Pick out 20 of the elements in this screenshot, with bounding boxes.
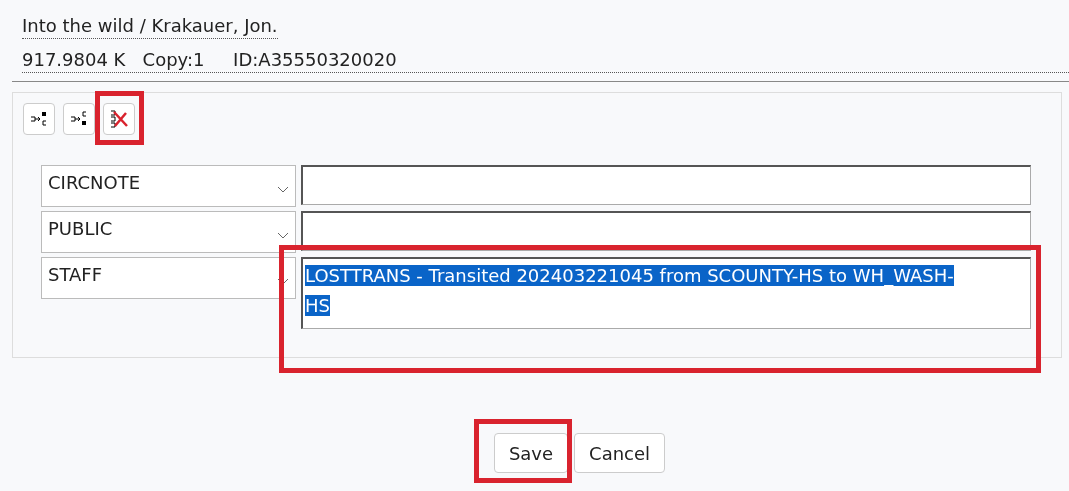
chevron-down-icon <box>277 278 289 285</box>
note-type-dropdown[interactable]: CIRCNOTE <box>41 165 296 207</box>
insert-row-icon <box>70 111 88 127</box>
toolbar-button[interactable] <box>63 103 95 135</box>
delete-row-icon <box>109 109 129 129</box>
record-title: Into the wild / Krakauer, Jon. <box>22 14 278 39</box>
toolbar-button[interactable] <box>103 103 135 135</box>
dialog-button[interactable]: Cancel <box>574 433 666 473</box>
note-text-field[interactable] <box>301 165 1031 205</box>
copy-number: Copy:1 <box>142 48 205 72</box>
insert-row-icon <box>30 111 48 127</box>
note-type-dropdown[interactable]: STAFF <box>41 257 296 299</box>
call-number: 917.9804 K <box>22 48 126 72</box>
toolbar-button[interactable] <box>23 103 55 135</box>
note-text-field[interactable]: LOSTTRANS - Transited 202403221045 from SCOUNTY-HS to WH_WASH-HS <box>301 257 1031 329</box>
dialog-button[interactable]: Save <box>493 433 569 473</box>
note-type-dropdown[interactable]: PUBLIC <box>41 211 296 253</box>
chevron-down-icon <box>277 232 289 239</box>
chevron-down-icon <box>277 186 289 193</box>
item-id: ID:A35550320020 <box>233 48 397 72</box>
